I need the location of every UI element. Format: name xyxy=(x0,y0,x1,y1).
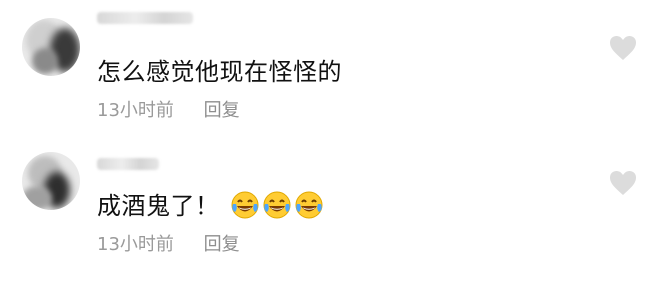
avatar[interactable] xyxy=(22,18,80,76)
comment-text-body: 成酒鬼了！ xyxy=(97,192,220,220)
username[interactable] xyxy=(97,158,159,170)
reply-button[interactable]: 回复 xyxy=(204,234,240,255)
emoji-row xyxy=(220,191,324,220)
comment-text: 怎么感觉他现在怪怪的 xyxy=(97,58,342,86)
comment-meta: 13小时前 回复 xyxy=(97,230,240,256)
timestamp: 13小时前 xyxy=(97,100,174,121)
avatar[interactable] xyxy=(22,152,80,210)
heart-outline-icon[interactable] xyxy=(608,34,638,62)
comment-text: 成酒鬼了！ xyxy=(97,186,324,221)
reply-button[interactable]: 回复 xyxy=(204,100,240,121)
username[interactable] xyxy=(97,12,193,24)
heart-outline-icon[interactable] xyxy=(608,169,638,197)
timestamp: 13小时前 xyxy=(97,234,174,255)
tears-of-joy-emoji xyxy=(295,191,323,219)
tears-of-joy-emoji xyxy=(231,191,259,219)
tears-of-joy-emoji xyxy=(263,191,291,219)
comment-meta: 13小时前 回复 xyxy=(97,96,240,122)
